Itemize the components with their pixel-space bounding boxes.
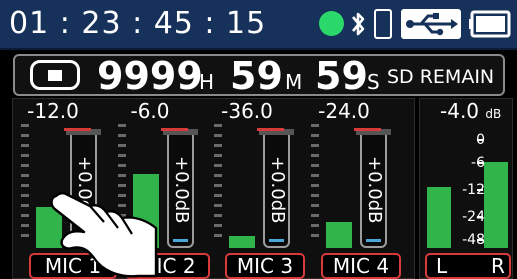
remain-seconds-unit: S [367, 70, 380, 94]
scale-tick [118, 164, 126, 167]
scale-tick [214, 204, 222, 207]
mic3-fader[interactable]: +0.0dB [257, 128, 294, 248]
master-scale-tick [477, 189, 483, 191]
timecode-display: 01 : 23 : 45 : 15 [9, 6, 267, 41]
mic4-fader[interactable]: +0.0dB [354, 128, 391, 248]
master-level-unit: dB [485, 107, 502, 121]
scale-tick [311, 144, 319, 147]
record-status-indicator-icon [319, 11, 344, 36]
sd-remain-display: 9999 H 59 M 59 S SD REMAIN [13, 54, 505, 98]
scale-tick [118, 184, 126, 187]
remain-hours-unit: H [199, 70, 215, 94]
scale-tick [214, 154, 222, 157]
scale-tick [214, 234, 222, 237]
scale-tick [21, 204, 29, 207]
scale-tick [118, 174, 126, 177]
master-scale-tick [477, 239, 483, 241]
stop-icon [30, 60, 80, 90]
mic3-fader-knob[interactable] [257, 128, 294, 135]
mic3-label[interactable]: MIC 3 [225, 253, 305, 279]
scale-tick [118, 144, 126, 147]
master-scale-tick [477, 216, 483, 218]
scale-tick [21, 164, 29, 167]
scale-tick [214, 214, 222, 217]
master-scale-tick [477, 162, 483, 164]
scale-tick [311, 124, 319, 127]
mic2-fader-value: +0.0dB [171, 156, 192, 224]
status-bar: 01 : 23 : 45 : 15 [0, 0, 517, 50]
remain-label: SD REMAIN [387, 66, 495, 88]
scale-tick [21, 144, 29, 147]
mic3-level-meter [229, 236, 255, 248]
scale-tick [118, 134, 126, 137]
mic2-level: -6.0 [130, 99, 170, 123]
battery-icon [469, 10, 511, 38]
scale-tick [214, 224, 222, 227]
scale-tick [214, 184, 222, 187]
master-right-label: R [491, 254, 505, 278]
scale-tick [214, 124, 222, 127]
scale-tick [311, 174, 319, 177]
master-lr-label[interactable]: L R [425, 253, 511, 279]
scale-tick [21, 194, 29, 197]
scale-tick [214, 164, 222, 167]
scale-tick [311, 184, 319, 187]
mic4-fader-knob[interactable] [354, 128, 391, 135]
scale-tick [311, 194, 319, 197]
scale-tick [214, 134, 222, 137]
mic3-level: -36.0 [221, 99, 273, 123]
scale-tick [311, 214, 319, 217]
master-level: -4.0 dB [440, 99, 501, 126]
scale-tick [311, 224, 319, 227]
tap-hand-icon [50, 191, 158, 278]
master-left-label: L [436, 254, 448, 278]
scale-tick [21, 134, 29, 137]
scale-tick [21, 224, 29, 227]
scale-tick [21, 124, 29, 127]
master-right-meter [484, 162, 508, 248]
scale-tick [214, 144, 222, 147]
recorder-screen: 01 : 23 : 45 : 15 9999 H 59 M 59 S SD RE… [0, 0, 517, 279]
mic4-label[interactable]: MIC 4 [321, 253, 401, 279]
master-scale-tick [477, 139, 483, 141]
scale-tick [118, 124, 126, 127]
scale-tick [311, 154, 319, 157]
scale-tick [21, 174, 29, 177]
mic3-scale [214, 124, 222, 242]
remain-minutes: 59 [230, 54, 283, 98]
remain-seconds: 59 [315, 54, 368, 98]
mic4-scale [311, 124, 319, 242]
mic4-level: -24.0 [318, 99, 370, 123]
scale-tick [311, 204, 319, 207]
master-left-meter [427, 187, 451, 248]
remain-minutes-unit: M [285, 70, 303, 94]
mic2-fader[interactable]: +0.0dB [161, 128, 198, 248]
scale-tick [21, 234, 29, 237]
usb-icon [401, 9, 461, 39]
mic4-level-meter [326, 222, 352, 248]
scale-tick [214, 174, 222, 177]
scale-tick [21, 154, 29, 157]
scale-tick [311, 134, 319, 137]
scale-tick [21, 184, 29, 187]
master-level-value: -4.0 [440, 99, 480, 123]
scale-tick [311, 234, 319, 237]
scale-tick [118, 154, 126, 157]
scale-tick [311, 164, 319, 167]
scale-tick [21, 214, 29, 217]
mic4-fader-value: +0.0dB [364, 156, 385, 224]
mic1-level: -12.0 [27, 99, 79, 123]
phone-icon [374, 9, 392, 39]
bluetooth-icon [352, 12, 365, 36]
scale-tick [214, 194, 222, 197]
mic1-scale [21, 124, 29, 242]
mic2-fader-indicator [173, 239, 188, 242]
mic3-fader-value: +0.0dB [267, 156, 288, 224]
remain-hours: 9999 [97, 54, 203, 98]
mic1-fader-knob[interactable] [64, 128, 101, 135]
mic2-fader-knob[interactable] [161, 128, 198, 135]
mic3-fader-indicator [269, 239, 284, 242]
mic4-fader-indicator [366, 239, 381, 242]
